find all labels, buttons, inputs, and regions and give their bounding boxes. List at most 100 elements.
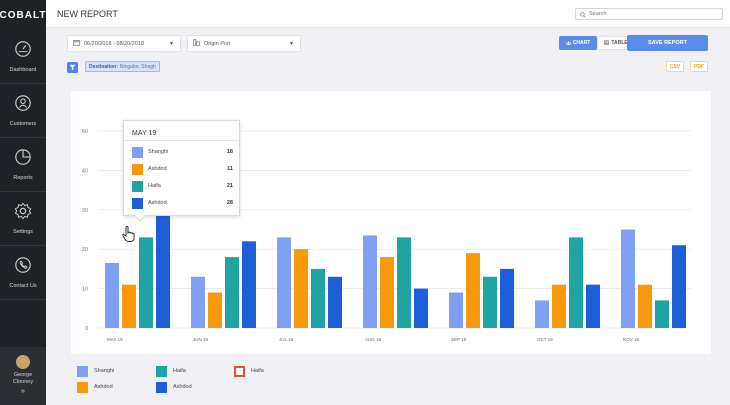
tooltip-row-name: Ashdod xyxy=(148,166,167,172)
filter-key: Destination: xyxy=(89,63,118,70)
tooltip-row: Ashdod 11 xyxy=(132,163,233,175)
x-tick-label: JUL 19 xyxy=(279,337,294,342)
table-icon xyxy=(604,39,610,47)
legend-item-ashdod-orange[interactable]: Ashdod xyxy=(77,381,113,393)
legend-label: Haifa xyxy=(251,368,264,374)
search-input[interactable] xyxy=(589,11,709,17)
user-last-name: Clooney xyxy=(12,379,34,385)
sidebar-item-label: Dashboard xyxy=(9,67,37,73)
app-logo: COBALT xyxy=(0,9,47,21)
bar[interactable] xyxy=(191,276,205,328)
tooltip-row-name: Ashdod xyxy=(148,200,167,206)
bar[interactable] xyxy=(672,245,686,328)
bar[interactable] xyxy=(655,300,669,328)
date-range-picker[interactable]: 06/20/2018 - 08/20/2018 ▼ xyxy=(67,35,181,52)
bar[interactable] xyxy=(552,284,566,328)
sidebar-item-label: Contact Us xyxy=(9,283,37,289)
tooltip-row-name: Haifa xyxy=(148,183,161,189)
sidebar-item-label: Settings xyxy=(13,229,33,235)
legend-swatch xyxy=(234,365,245,377)
sidebar-item-label: Reports xyxy=(13,175,33,181)
sidebar-item-reports[interactable]: Reports xyxy=(0,138,46,192)
search-box[interactable] xyxy=(575,8,723,20)
destination-filter-chip[interactable]: Destination: Ningabo, Shagh xyxy=(85,61,160,72)
sidebar-item-customers[interactable]: Customers xyxy=(0,84,46,138)
bar[interactable] xyxy=(500,268,514,328)
bar[interactable] xyxy=(621,229,635,329)
tooltip-row-name: Shanghi xyxy=(148,149,169,155)
y-tick-label: 10 xyxy=(82,287,88,293)
bar[interactable] xyxy=(397,237,411,328)
bar[interactable] xyxy=(535,300,549,328)
date-range-value: 06/20/2018 - 08/20/2018 xyxy=(84,40,144,47)
legend-item-haifa[interactable]: Haifa xyxy=(156,365,186,377)
bar[interactable] xyxy=(363,235,377,328)
header: NEW REPORT xyxy=(46,0,730,28)
user-profile[interactable]: George Clooney » xyxy=(0,347,46,405)
legend-item-shanghi[interactable]: Shanghi xyxy=(77,365,114,377)
bar[interactable] xyxy=(311,268,325,328)
save-report-button[interactable]: SAVE REPORT xyxy=(627,35,708,51)
tooltip-swatch xyxy=(132,146,143,158)
y-tick-label: 0 xyxy=(85,326,88,332)
settings-icon xyxy=(14,202,32,225)
filter-value: Ningabo, Shagh xyxy=(119,63,156,70)
view-toggle: CHART TABLE xyxy=(559,36,635,50)
tooltip-row-value: 28 xyxy=(226,200,233,206)
bar[interactable] xyxy=(225,257,239,328)
origin-port-select[interactable]: Origin Port ▼ xyxy=(187,35,301,52)
chart-view-button[interactable]: CHART xyxy=(559,36,597,50)
legend-label: Haifa xyxy=(173,368,186,374)
tooltip-row-value: 21 xyxy=(226,183,233,189)
tooltip-row: Haifa 21 xyxy=(132,180,233,192)
bar[interactable] xyxy=(328,276,342,328)
legend-swatch xyxy=(77,365,88,377)
bar[interactable] xyxy=(483,276,497,328)
legend-label: Ashdod xyxy=(94,384,113,390)
tooltip-swatch xyxy=(132,163,143,175)
legend-label: Ashdod xyxy=(173,384,192,390)
chevron-down-icon: ▼ xyxy=(289,40,294,47)
tooltip-swatch xyxy=(132,180,143,192)
sidebar-item-contact-us[interactable]: Contact Us xyxy=(0,246,46,300)
calendar-icon xyxy=(73,39,80,48)
bar[interactable] xyxy=(380,257,394,328)
sidebar-item-settings[interactable]: Settings xyxy=(0,192,46,246)
sidebar-item-dashboard[interactable]: Dashboard xyxy=(0,30,46,84)
export-csv-button[interactable]: CSV xyxy=(666,61,684,72)
bar[interactable] xyxy=(466,253,480,328)
search-icon xyxy=(580,5,586,23)
bar[interactable] xyxy=(208,292,222,328)
page-title: NEW REPORT xyxy=(57,9,118,19)
bar-chart-icon xyxy=(566,40,571,47)
bar[interactable] xyxy=(139,237,153,328)
avatar xyxy=(16,355,30,369)
expand-sidebar-icon[interactable]: » xyxy=(21,388,25,395)
chevron-down-icon: ▼ xyxy=(169,40,174,47)
sidebar-item-label: Customers xyxy=(9,121,37,127)
y-tick-label: 30 xyxy=(82,208,88,214)
tooltip-row: Shanghi 18 xyxy=(132,146,233,158)
legend-swatch xyxy=(77,381,88,393)
bar[interactable] xyxy=(242,241,256,328)
export-pdf-button[interactable]: PDF xyxy=(690,61,708,72)
filter-icon[interactable] xyxy=(67,62,78,73)
bar[interactable] xyxy=(414,288,428,328)
legend-item-ashdod-blue[interactable]: Ashdod xyxy=(156,381,192,393)
bar[interactable] xyxy=(569,237,583,328)
bar[interactable] xyxy=(449,292,463,328)
bar[interactable] xyxy=(277,237,291,328)
bar[interactable] xyxy=(586,284,600,328)
customers-icon xyxy=(14,94,32,117)
bar[interactable] xyxy=(105,262,119,328)
bar[interactable] xyxy=(294,249,308,328)
legend-item-haifa-disabled[interactable]: Haifa xyxy=(234,365,264,377)
y-tick-label: 20 xyxy=(82,247,88,253)
chart-view-label: CHART xyxy=(572,40,591,46)
bar[interactable] xyxy=(638,284,652,328)
bar[interactable] xyxy=(122,284,136,328)
reports-icon xyxy=(14,148,32,171)
legend-label: Shanghi xyxy=(94,368,115,374)
bar[interactable] xyxy=(156,215,170,328)
table-view-label: TABLE xyxy=(611,40,628,46)
